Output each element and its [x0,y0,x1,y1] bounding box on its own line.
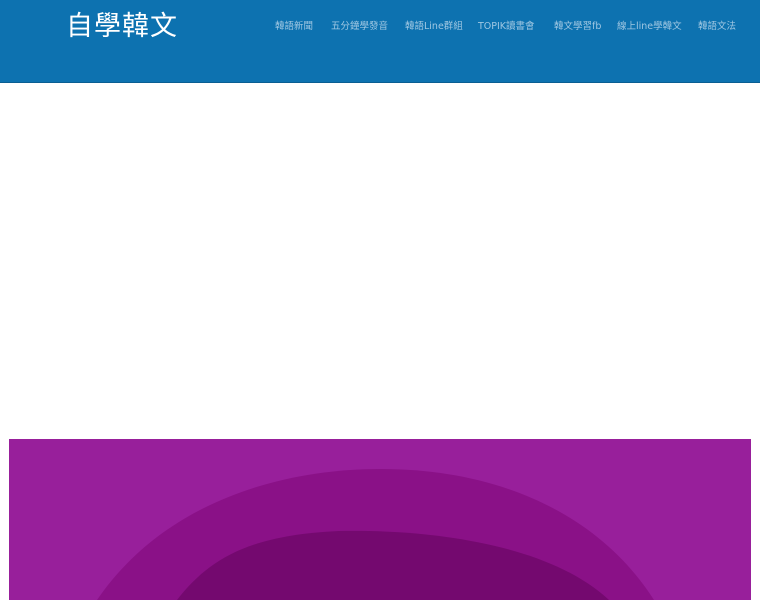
nav-item-pronunciation[interactable]: 五分鐘學發音 [331,20,388,33]
hero-graphic [9,439,751,600]
nav-item-line-group[interactable]: 韓語Line群組 [405,20,463,33]
nav-item-fb[interactable]: 韓文學習fb [554,20,601,33]
nav-item-korean-news[interactable]: 韓語新聞 [275,20,313,33]
site-header: 自學韓文 韓語新聞 五分鐘學發音 韓語Line群組 TOPIK讀書會 韓文學習f… [0,0,760,83]
main-nav: 韓語新聞 五分鐘學發音 韓語Line群組 TOPIK讀書會 韓文學習fb 線上l… [0,0,760,54]
hero-banner [9,439,751,600]
nav-item-online-line[interactable]: 線上line學韓文 [617,20,682,33]
main-content-blank [0,83,760,439]
nav-item-topik-study[interactable]: TOPIK讀書會 [478,20,535,33]
nav-item-grammar[interactable]: 韓語文法 [698,20,736,33]
